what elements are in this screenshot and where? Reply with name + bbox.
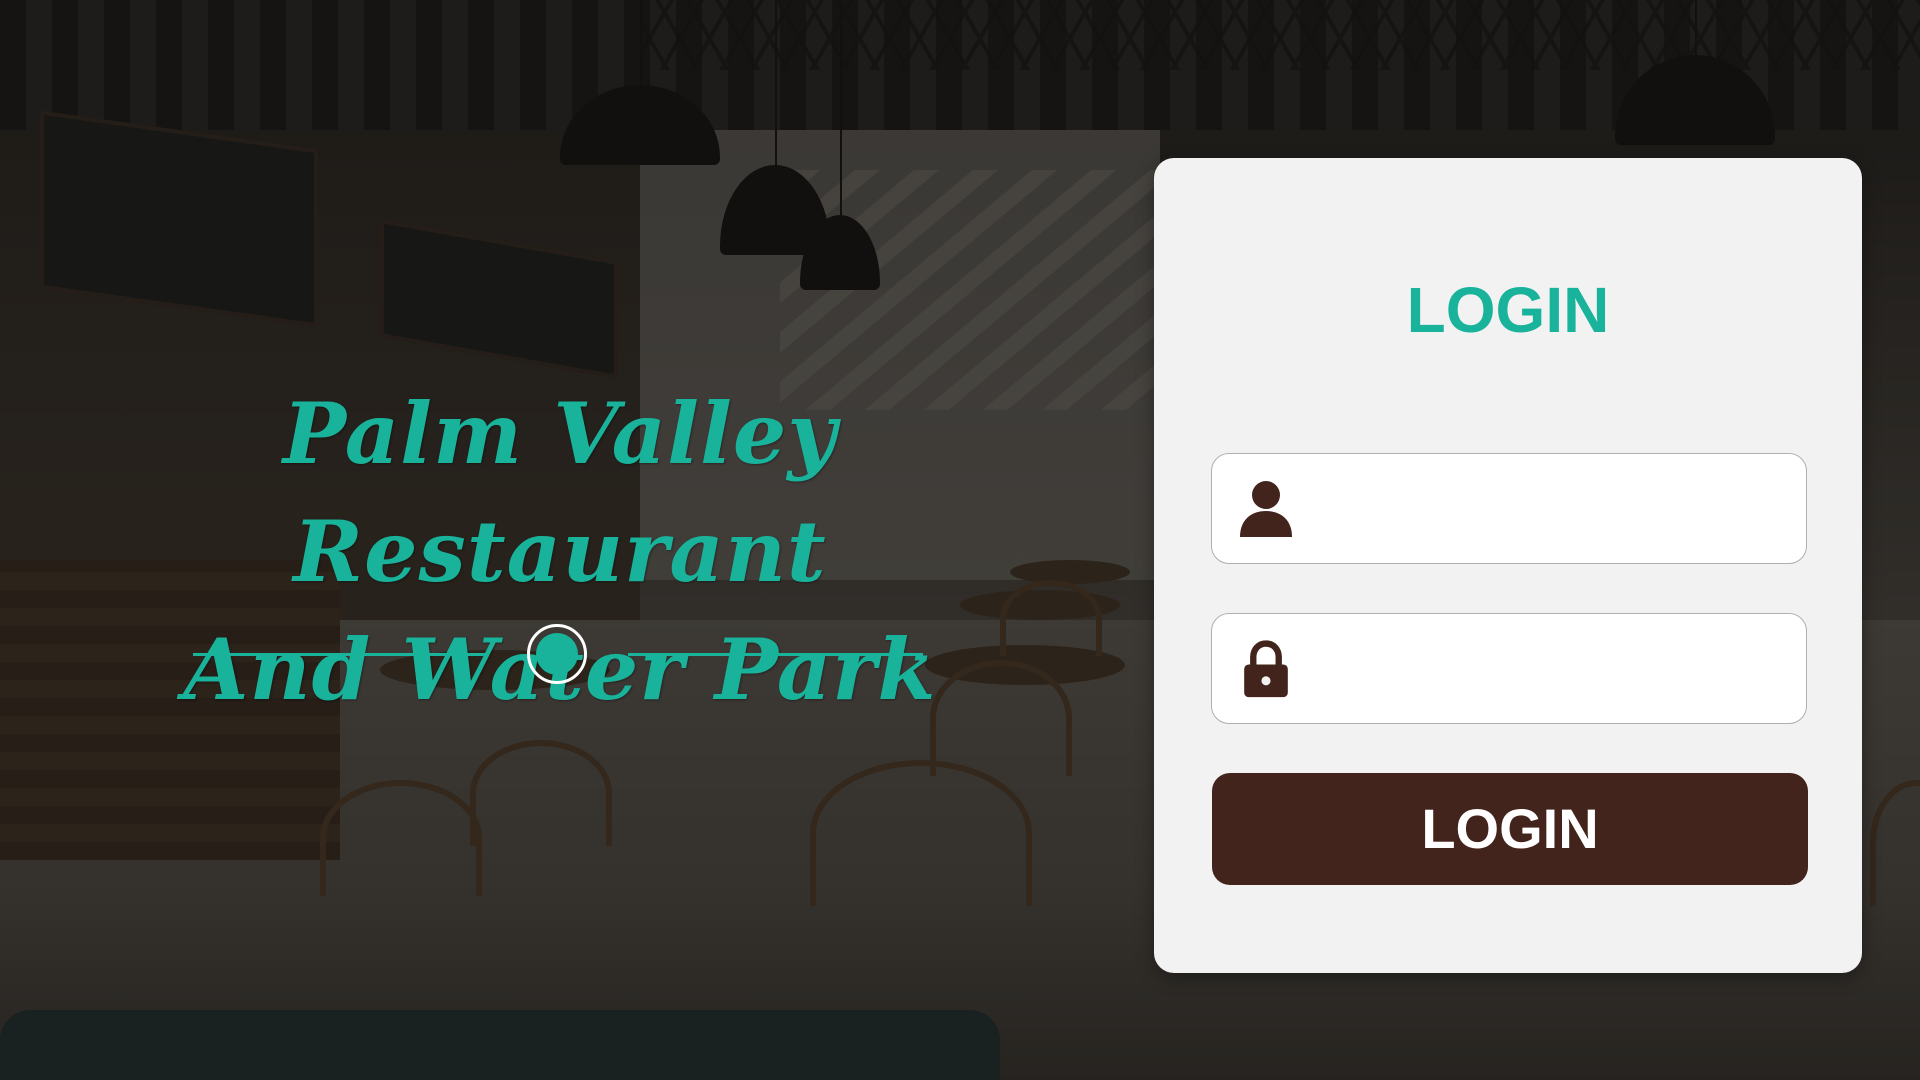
divider-left-line: [193, 653, 488, 656]
title-line-1: Palm Valley Restaurant: [282, 384, 838, 601]
login-heading: LOGIN: [1406, 274, 1610, 346]
login-card: LOGIN LOGIN: [1154, 158, 1862, 973]
lock-icon: [1244, 639, 1288, 697]
user-icon: [1240, 480, 1292, 537]
login-page: Palm Valley Restaurant And Water Park LO…: [0, 0, 1920, 1080]
divider-right-line: [628, 653, 923, 656]
username-field[interactable]: [1211, 453, 1807, 564]
login-button[interactable]: LOGIN: [1212, 773, 1808, 885]
password-input[interactable]: [1322, 632, 1786, 709]
username-input[interactable]: [1322, 472, 1786, 549]
password-field[interactable]: [1211, 613, 1807, 724]
divider-dot-icon: [527, 624, 587, 684]
